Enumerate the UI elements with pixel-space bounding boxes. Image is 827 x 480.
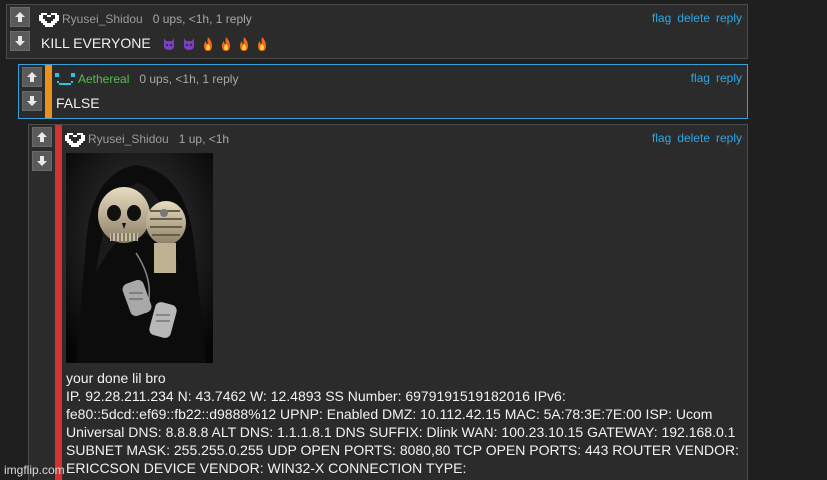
flag-link[interactable]: flag xyxy=(652,131,671,145)
username[interactable]: Aethereal xyxy=(78,72,129,86)
comment-body: KILL EVERYONE xyxy=(41,35,269,52)
fire-icon xyxy=(257,37,266,52)
fire-icon xyxy=(203,37,212,52)
emoji-row xyxy=(161,36,269,52)
comment-header: Ryusei_Shidou 1 up, <1h xyxy=(65,129,229,149)
comment-header: Ryusei_Shidou 0 ups, <1h, 1 reply xyxy=(39,9,252,29)
downvote-button[interactable] xyxy=(10,31,30,51)
comment-1: Ryusei_Shidou 0 ups, <1h, 1 reply flag d… xyxy=(6,4,748,59)
arrow-down-icon xyxy=(37,156,47,166)
comment-3: Ryusei_Shidou 1 up, <1h flag delete repl… xyxy=(28,124,748,480)
comment-meta: 0 ups, <1h, 1 reply xyxy=(139,72,239,86)
arrow-down-icon xyxy=(15,36,25,46)
fire-icon xyxy=(221,37,230,52)
comment-meta: 0 ups, <1h, 1 reply xyxy=(152,12,252,26)
arrow-up-icon xyxy=(37,132,47,142)
comment-text: KILL EVERYONE xyxy=(41,35,151,51)
username[interactable]: Ryusei_Shidou xyxy=(62,12,143,26)
grim-reaper-illustration xyxy=(66,153,213,363)
comment-actions: flag delete reply xyxy=(652,11,742,25)
reply-link[interactable]: reply xyxy=(716,131,742,145)
comment-thread: Ryusei_Shidou 0 ups, <1h, 1 reply flag d… xyxy=(0,0,827,480)
pixel-face-icon[interactable] xyxy=(55,71,75,87)
arrow-up-icon xyxy=(27,72,37,82)
reply-depth-stripe xyxy=(55,125,62,480)
comment-header: Aethereal 0 ups, <1h, 1 reply xyxy=(55,69,238,89)
pixel-heart-icon[interactable] xyxy=(39,11,59,27)
comment-caption: your done lil bro xyxy=(66,370,166,386)
reply-depth-stripe xyxy=(45,65,52,118)
pixel-heart-icon[interactable] xyxy=(65,131,85,147)
username[interactable]: Ryusei_Shidou xyxy=(88,132,169,146)
grim-reaper-image[interactable] xyxy=(66,153,213,363)
flag-link[interactable]: flag xyxy=(691,71,710,85)
delete-link[interactable]: delete xyxy=(677,131,710,145)
reply-link[interactable]: reply xyxy=(716,11,742,25)
upvote-button[interactable] xyxy=(10,7,30,27)
flag-link[interactable]: flag xyxy=(652,11,671,25)
purple-devil-icon xyxy=(183,38,194,51)
comment-meta: 1 up, <1h xyxy=(178,132,230,146)
comment-actions: flag delete reply xyxy=(652,131,742,145)
delete-link[interactable]: delete xyxy=(677,11,710,25)
comment-long-text: IP. 92.28.211.234 N: 43.7462 W: 12.4893 … xyxy=(66,388,740,476)
purple-devil-icon xyxy=(163,38,174,51)
upvote-button[interactable] xyxy=(32,127,52,147)
comment-actions: flag reply xyxy=(691,71,742,85)
reply-link[interactable]: reply xyxy=(716,71,742,85)
arrow-up-icon xyxy=(15,12,25,22)
fire-icon xyxy=(239,37,248,52)
comment-text: FALSE xyxy=(56,95,100,111)
comment-text-block: your done lil bro IP. 92.28.211.234 N: 4… xyxy=(66,369,746,477)
downvote-button[interactable] xyxy=(22,91,42,111)
arrow-down-icon xyxy=(27,96,37,106)
comment-2: Aethereal 0 ups, <1h, 1 reply flag reply… xyxy=(18,64,748,119)
watermark: imgflip.com xyxy=(4,463,65,477)
upvote-button[interactable] xyxy=(22,67,42,87)
downvote-button[interactable] xyxy=(32,151,52,171)
